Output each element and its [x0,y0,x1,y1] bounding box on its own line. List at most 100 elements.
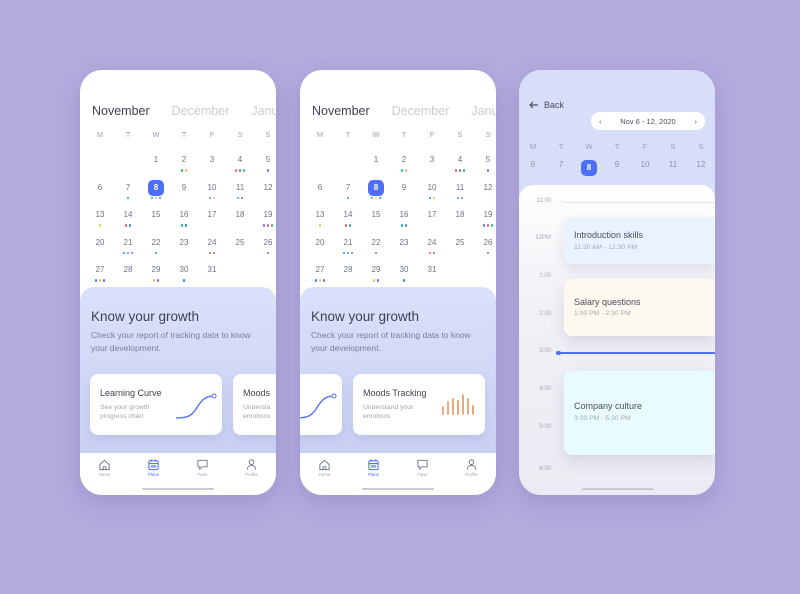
calendar-day[interactable]: 23 [170,235,198,263]
calendar-day[interactable]: 21 [334,235,362,263]
calendar-day[interactable]: 14 [114,207,142,235]
learning-curve-card[interactable] [300,374,342,435]
calendar-day[interactable]: 20 [86,235,114,263]
month-selector[interactable]: November December January [312,104,496,118]
calendar-day[interactable]: 6 [306,180,334,208]
calendar-day[interactable]: 19 [474,207,496,235]
nav-item-home[interactable]: Home [300,453,349,495]
event-card[interactable]: Introduction skills 11:30 AM - 12:30 PM [564,218,715,264]
calendar-day[interactable]: 27 [86,262,114,290]
event-title: Salary questions [574,297,641,307]
calendar-day[interactable]: 13 [306,207,334,235]
calendar-day[interactable]: 3 [198,152,226,180]
calendar-day[interactable]: 7 [334,180,362,208]
calendar-day[interactable]: 2 [390,152,418,180]
calendar-day[interactable]: 16 [390,207,418,235]
month-tab[interactable]: January [251,104,276,118]
calendar-day[interactable]: 13 [86,207,114,235]
calendar-day[interactable]: 18 [226,207,254,235]
calendar-day[interactable]: 29 [142,262,170,290]
week-day[interactable]: 7 [547,160,575,176]
calendar-day[interactable]: 28 [334,262,362,290]
growth-title: Know your growth [311,309,420,324]
calendar-day[interactable]: 20 [306,235,334,263]
calendar-day[interactable]: 26 [474,235,496,263]
calendar-day[interactable]: 9 [170,180,198,208]
calendar-day[interactable]: 26 [254,235,276,263]
weekday-label: S [485,130,491,139]
calendar-day[interactable]: 3 [418,152,446,180]
calendar-day[interactable]: 31 [198,262,226,290]
calendar-day[interactable]: 27 [306,262,334,290]
calendar-day[interactable]: 5 [474,152,496,180]
calendar-day[interactable]: 18 [446,207,474,235]
week-day[interactable]: 12 [687,160,715,176]
calendar-day[interactable]: 1 [362,152,390,180]
week-day[interactable]: 10 [631,160,659,176]
calendar-day[interactable]: 7 [114,180,142,208]
event-dots [362,251,390,256]
week-day[interactable]: 8 [575,160,603,176]
calendar-day[interactable]: 24 [418,235,446,263]
nav-item-home[interactable]: Home [80,453,129,495]
month-tab[interactable]: December [172,104,230,118]
calendar-day[interactable]: 12 [474,180,496,208]
event-card[interactable]: Company culture 3:30 PM - 5:30 PM [564,371,715,455]
calendar-day[interactable]: 8 [142,179,170,208]
event-dot [124,224,128,227]
calendar-day[interactable]: 22 [362,235,390,263]
month-tab[interactable]: November [92,104,150,118]
calendar-day[interactable]: 1 [142,152,170,180]
calendar-day[interactable]: 19 [254,207,276,235]
weekday-header: MTWTFSS [86,130,276,152]
chevron-right-icon[interactable]: › [694,117,697,126]
month-tab[interactable]: January [471,104,496,118]
calendar-day[interactable]: 29 [362,262,390,290]
calendar-day[interactable]: 16 [170,207,198,235]
event-card[interactable]: Salary questions 1:00 PM - 2:30 PM [564,279,715,336]
time-label: 6:00 [539,466,551,472]
moods-tracking-card[interactable]: Moods Tracking Understand your emotions [353,374,485,435]
calendar-day[interactable]: 2 [170,152,198,180]
nav-item-profile[interactable]: Profile [227,453,276,495]
calendar-day[interactable]: 15 [142,207,170,235]
month-tab[interactable]: December [392,104,450,118]
week-day[interactable]: 6 [519,160,547,176]
calendar-day[interactable]: 10 [418,180,446,208]
calendar-day[interactable]: 6 [86,180,114,208]
calendar-day[interactable]: 31 [418,262,446,290]
calendar-day[interactable]: 11 [446,180,474,208]
calendar-day[interactable]: 25 [446,235,474,263]
month-selector[interactable]: November December January [92,104,276,118]
month-tab[interactable]: November [312,104,370,118]
calendar-day[interactable]: 17 [418,207,446,235]
nav-item-profile[interactable]: Profile [447,453,496,495]
calendar-day[interactable]: 24 [198,235,226,263]
calendar-day[interactable]: 5 [254,152,276,180]
week-day[interactable]: 11 [659,160,687,176]
chevron-left-icon[interactable]: ‹ [599,117,602,126]
calendar-day[interactable]: 15 [362,207,390,235]
calendar-day[interactable]: 8 [362,179,390,208]
calendar-day[interactable]: 30 [390,262,418,290]
calendar-day[interactable]: 9 [390,180,418,208]
week-day[interactable]: 9 [603,160,631,176]
learning-curve-card[interactable]: Learning Curve See your growth progress … [90,374,222,435]
event-dot [348,224,352,227]
calendar-day[interactable]: 4 [446,152,474,180]
calendar-day[interactable]: 14 [334,207,362,235]
calendar-day[interactable]: 23 [390,235,418,263]
moods-tracking-card[interactable]: Moods Understa emotions [233,374,276,435]
calendar-day[interactable]: 11 [226,180,254,208]
calendar-day[interactable]: 12 [254,180,276,208]
calendar-day[interactable]: 10 [198,180,226,208]
calendar-day[interactable]: 4 [226,152,254,180]
calendar-day[interactable]: 17 [198,207,226,235]
back-button[interactable]: Back [529,100,564,110]
calendar-day[interactable]: 21 [114,235,142,263]
calendar-day[interactable]: 30 [170,262,198,290]
calendar-day[interactable]: 28 [114,262,142,290]
calendar-day[interactable]: 25 [226,235,254,263]
day-number: 6 [97,182,103,192]
calendar-day[interactable]: 22 [142,235,170,263]
